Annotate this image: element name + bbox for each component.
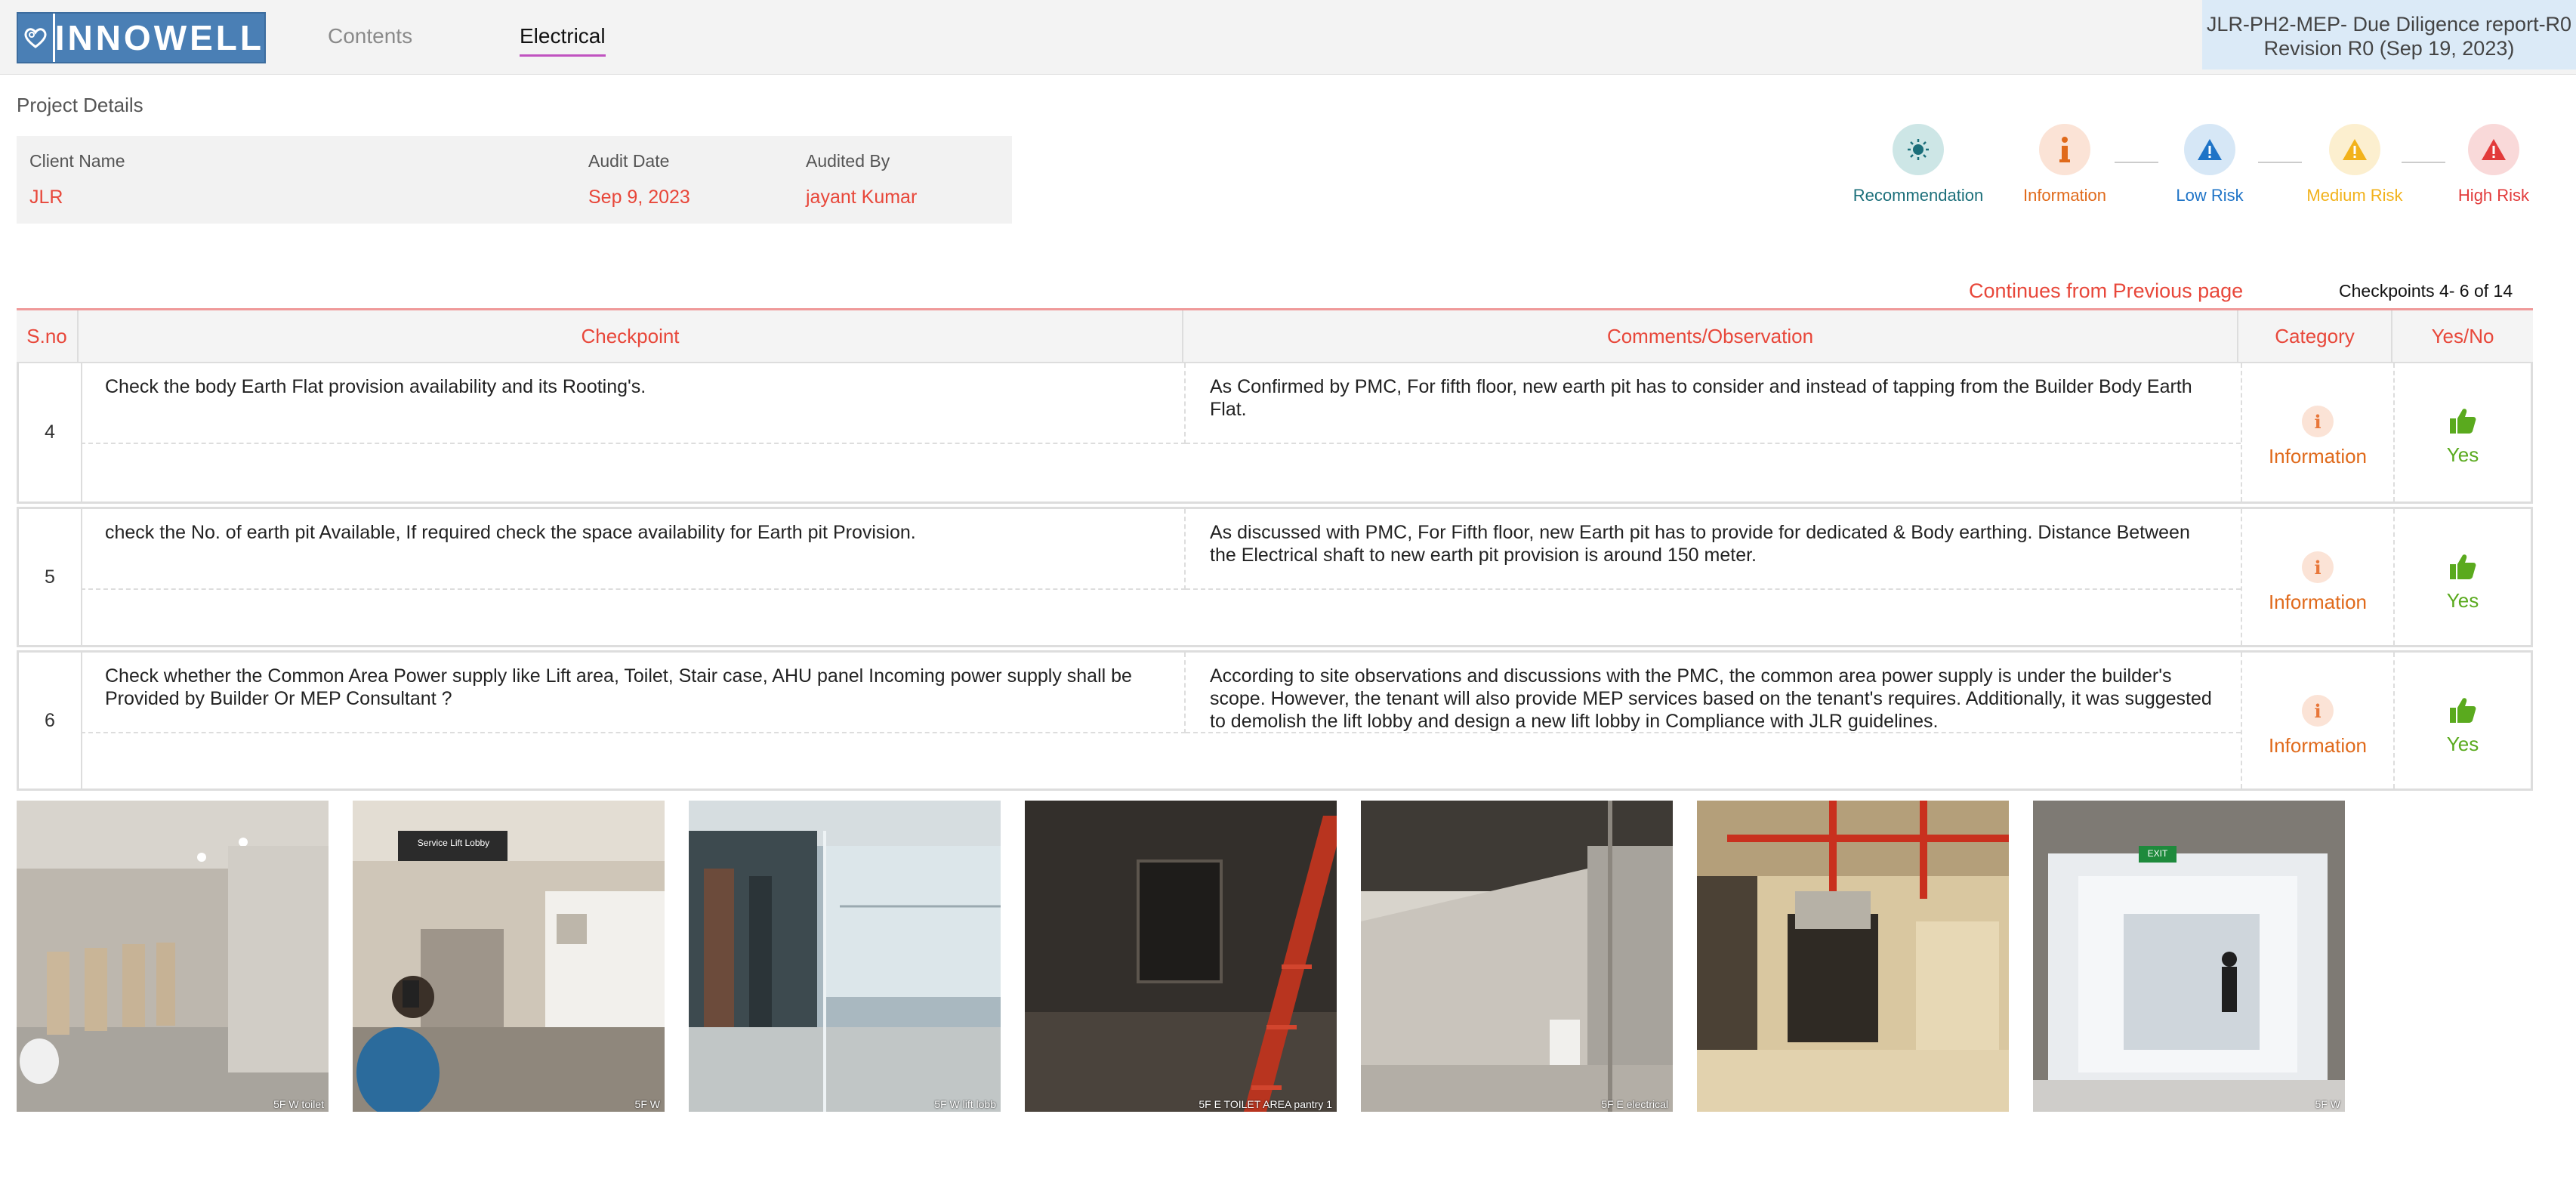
photo-sign: Service Lift Lobby <box>417 838 490 848</box>
photo-caption: 5F W <box>634 1098 660 1110</box>
report-title-box: JLR-PH2-MEP- Due Diligence report-R0 Rev… <box>2202 0 2576 69</box>
photo-caption: 5F W lift lobb <box>934 1098 996 1110</box>
site-photo-toilet[interactable]: 5F W toilet <box>17 801 329 1112</box>
checkpoints-range: Checkpoints 4- 6 of 14 <box>2339 281 2513 301</box>
audit-date-field: Audit Date Sep 9, 2023 <box>588 151 690 208</box>
row-checkpoint: Check the body Earth Flat provision avai… <box>81 363 1186 444</box>
legend-information: Information <box>1989 124 2140 205</box>
report-title: JLR-PH2-MEP- Due Diligence report-R0 <box>2206 13 2572 35</box>
legend-medium-risk: Medium Risk <box>2279 124 2430 205</box>
row-sno: 4 <box>19 363 82 502</box>
header-category: Category <box>2238 310 2392 362</box>
client-name-value: JLR <box>29 187 63 208</box>
site-photo-ahu-room[interactable] <box>1697 801 2009 1112</box>
bulb-icon <box>1893 124 1944 175</box>
photo-caption: 5F W <box>2315 1098 2340 1110</box>
photo-sign: EXIT <box>2147 848 2168 859</box>
audited-by-label: Audited By <box>806 151 890 171</box>
warning-icon <box>2468 124 2519 175</box>
category-label: Information <box>2268 734 2368 757</box>
category-label: Information <box>2268 445 2368 468</box>
legend-recommendation: Recommendation <box>1843 124 1994 205</box>
site-photo-exit-corridor[interactable]: EXIT 5F W <box>2033 801 2345 1112</box>
site-photo-electrical-shaft[interactable]: 5F E electrical <box>1361 801 1673 1112</box>
photo-caption: 5F E TOILET AREA pantry 1 <box>1199 1098 1332 1110</box>
thumbs-up-icon <box>2448 551 2478 582</box>
logo-mark-icon <box>18 14 55 62</box>
top-bar: INNOWELL Contents Electrical JLR-PH2-MEP… <box>0 0 2576 75</box>
audited-by-value: jayant Kumar <box>806 187 918 208</box>
row-sno: 5 <box>19 509 82 645</box>
header-comments: Comments/Observation <box>1183 310 2238 362</box>
row-category: i Information <box>2241 509 2395 645</box>
thumbs-up-icon <box>2448 695 2478 725</box>
table-row: 5 check the No. of earth pit Available, … <box>17 507 2533 647</box>
legend-label: High Risk <box>2457 186 2530 205</box>
row-comment: According to site observations and discu… <box>1186 653 2241 733</box>
header-yesno: Yes/No <box>2431 324 2494 347</box>
info-icon: i <box>2302 695 2334 727</box>
site-photo-lift-lobby[interactable]: 5F W lift lobb <box>689 801 1001 1112</box>
photo-caption: 5F W toilet <box>273 1098 324 1110</box>
innowell-logo[interactable]: INNOWELL <box>17 12 266 63</box>
row-checkpoint: Check whether the Common Area Power supp… <box>81 653 1186 733</box>
info-icon: i <box>2302 406 2334 437</box>
answer-label: Yes <box>2446 733 2479 755</box>
legend-label: Medium Risk <box>2306 186 2403 205</box>
report-revision: Revision R0 (Sep 19, 2023) <box>2263 37 2515 60</box>
category-label: Information <box>2268 591 2368 613</box>
checkpoint-table: S.no Checkpoint Comments/Observation Cat… <box>17 308 2533 791</box>
row-answer: Yes <box>2395 653 2531 789</box>
answer-label: Yes <box>2446 443 2479 466</box>
row-sno: 6 <box>19 653 82 789</box>
info-icon <box>2039 124 2090 175</box>
audit-date-value: Sep 9, 2023 <box>588 187 690 208</box>
legend-high-risk: High Risk <box>2418 124 2569 205</box>
legend-label: Low Risk <box>2176 186 2244 205</box>
continues-from-previous-link[interactable]: Continues from Previous page <box>1969 279 2243 303</box>
info-icon: i <box>2302 551 2334 583</box>
table-row: 6 Check whether the Common Area Power su… <box>17 650 2533 791</box>
client-name-label: Client Name <box>29 151 125 171</box>
site-photo-toilet-area-pantry[interactable]: 5F E TOILET AREA pantry 1 <box>1025 801 1337 1112</box>
client-name-field: Client Name JLR <box>29 151 125 208</box>
site-photo-service-lift-lobby[interactable]: Service Lift Lobby 5F W <box>353 801 665 1112</box>
thumbs-up-icon <box>2448 406 2478 436</box>
audit-date-label: Audit Date <box>588 151 670 171</box>
site-photos-strip: 5F W toilet Service Lift Lobby 5F W 5F W… <box>17 801 2345 1112</box>
row-category: i Information <box>2241 363 2395 502</box>
table-header: S.no Checkpoint Comments/Observation Cat… <box>17 308 2533 363</box>
legend-low-risk: Low Risk <box>2134 124 2285 205</box>
row-comment: As discussed with PMC, For Fifth floor, … <box>1186 509 2241 590</box>
project-details-heading: Project Details <box>17 94 143 116</box>
answer-label: Yes <box>2446 589 2479 612</box>
tab-electrical[interactable]: Electrical <box>520 24 606 57</box>
row-checkpoint: check the No. of earth pit Available, If… <box>81 509 1186 590</box>
header-sno: S.no <box>17 310 79 362</box>
row-category: i Information <box>2241 653 2395 789</box>
warning-icon <box>2184 124 2235 175</box>
tab-contents[interactable]: Contents <box>328 24 412 48</box>
brand-name: INNOWELL <box>54 18 264 57</box>
audited-by-field: Audited By jayant Kumar <box>806 151 917 208</box>
row-answer: Yes <box>2395 509 2531 645</box>
header-checkpoint: Checkpoint <box>79 310 1183 362</box>
legend-label: Recommendation <box>1853 186 1984 205</box>
row-comment: As Confirmed by PMC, For fifth floor, ne… <box>1186 363 2241 444</box>
legend-label: Information <box>2022 186 2107 205</box>
row-answer: Yes <box>2395 363 2531 502</box>
photo-caption: 5F E electrical <box>1601 1098 1668 1110</box>
warning-icon <box>2329 124 2380 175</box>
table-row: 4 Check the body Earth Flat provision av… <box>17 363 2533 504</box>
project-details-card: Client Name JLR Audit Date Sep 9, 2023 A… <box>17 136 1012 224</box>
